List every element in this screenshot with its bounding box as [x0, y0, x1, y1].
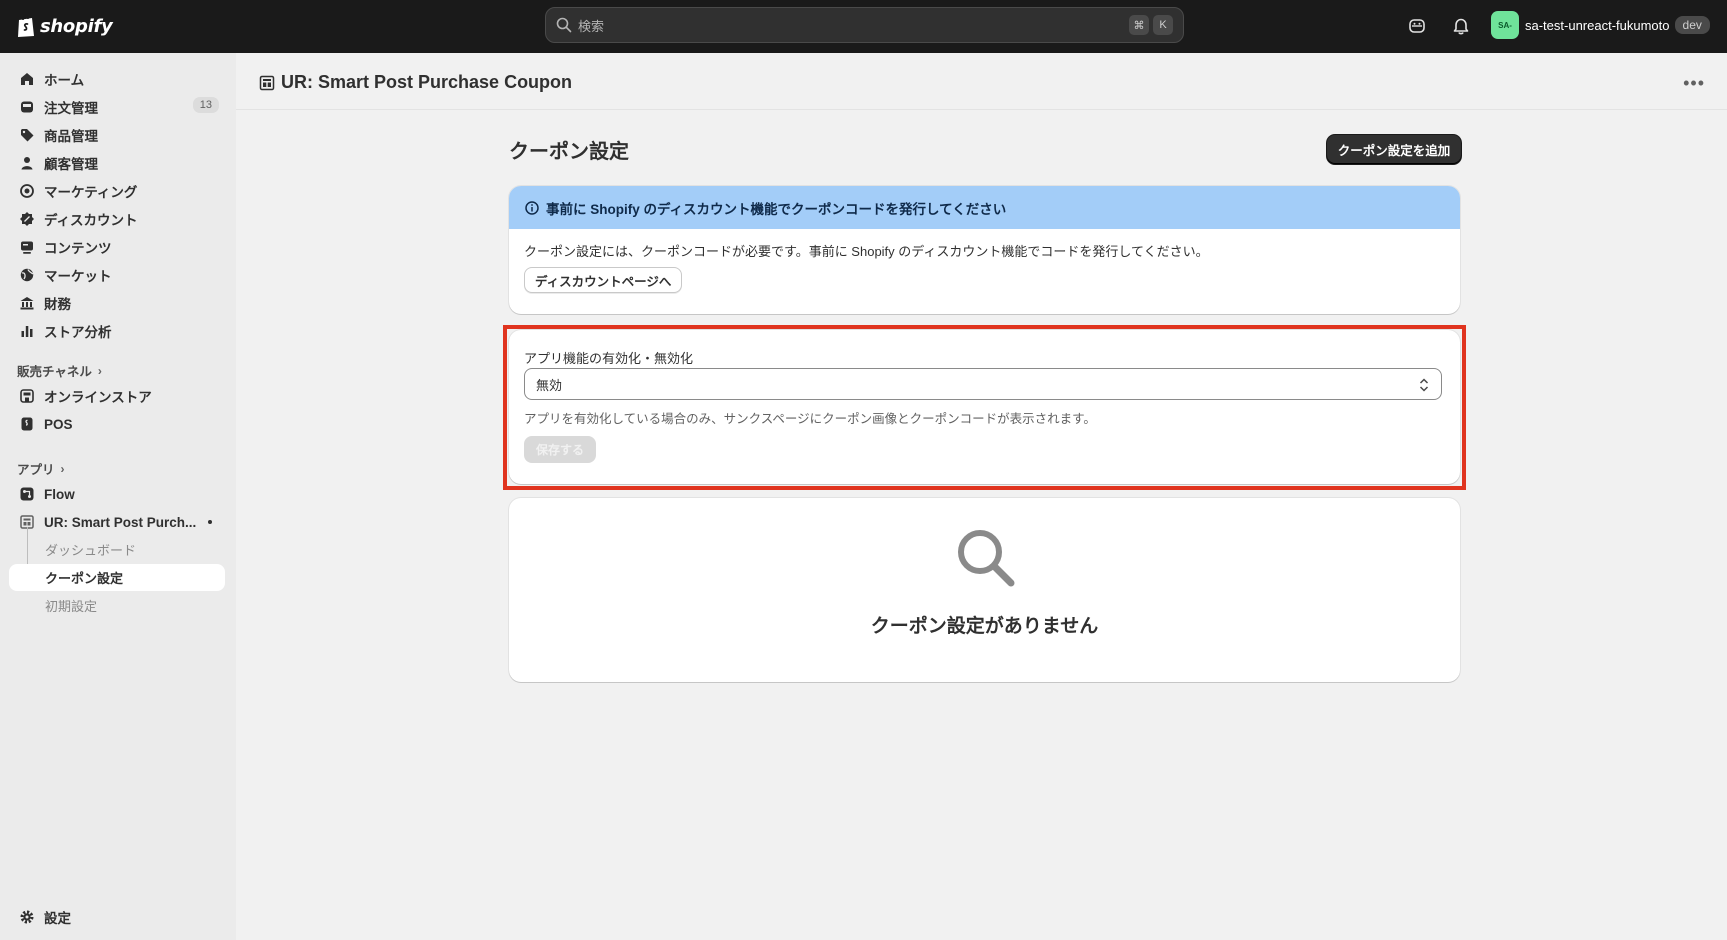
page-title: クーポン設定 [509, 141, 629, 163]
sidebar-item-label: コンテンツ [44, 241, 112, 256]
sidebar-item-label: 顧客管理 [44, 157, 98, 172]
sales-channels-heading[interactable]: 販売チャネル › [17, 361, 102, 380]
shortcut-key-cmd: ⌘ [1129, 15, 1149, 35]
sidebar-item-label: ホーム [44, 73, 85, 88]
orders-count-badge: 13 [192, 97, 219, 113]
pos-icon [21, 417, 33, 431]
main-content: UR: Smart Post Purchase Coupon ••• クーポン設… [236, 53, 1727, 940]
discount-page-button[interactable]: ディスカウントページへ [524, 267, 683, 293]
sidebar-item-content[interactable]: コンテンツ [9, 233, 225, 261]
sidebar-subitem-dashboard[interactable]: ダッシュボード [9, 536, 225, 563]
tag-icon [21, 129, 34, 142]
sidebar-item-label: 設定 [44, 911, 71, 926]
empty-state-text: クーポン設定がありません [870, 616, 1099, 637]
info-banner: 事前に Shopify のディスカウント機能でクーポンコードを発行してください … [509, 186, 1460, 314]
apps-heading[interactable]: アプリ › [17, 459, 65, 478]
sidebar-item-label: 商品管理 [44, 129, 98, 144]
app-title: UR: Smart Post Purchase Coupon [281, 72, 573, 92]
globe-icon [20, 268, 34, 282]
highlight-annotation [503, 325, 1466, 490]
sidebar-item-label: ディスカウント [44, 213, 138, 228]
shortcut-key-k: K [1153, 15, 1173, 35]
banner-header: 事前に Shopify のディスカウント機能でクーポンコードを発行してください [509, 186, 1460, 229]
pinned-dot [208, 520, 212, 524]
sidebar-item-settings[interactable]: 設定 [9, 903, 225, 931]
sidebar-item-label: オンラインストア [44, 390, 152, 405]
sidebar-item-label: UR: Smart Post Purch... [44, 514, 197, 530]
avatar: SA- [1491, 11, 1519, 39]
sidebar-item-label: 注文管理 [44, 101, 98, 116]
home-icon [21, 73, 33, 85]
sidebar-subitem-initial-settings[interactable]: 初期設定 [9, 592, 225, 619]
search-icon [958, 530, 1015, 587]
add-coupon-setting-button[interactable]: クーポン設定を追加 [1327, 135, 1461, 164]
app-icon [259, 75, 275, 91]
content-icon [21, 241, 33, 254]
target-icon [20, 184, 34, 198]
sidebar-item-markets[interactable]: マーケット [9, 261, 225, 289]
info-icon [525, 200, 539, 215]
top-bar: shopify 検索 ⌘ K SA- sa-test-unreact-fukum… [0, 0, 1727, 53]
sidebar-item-orders[interactable]: 注文管理 13 [9, 93, 225, 121]
search-icon [556, 17, 572, 33]
chart-icon [21, 326, 33, 337]
sidebar-item-label: マーケティング [44, 185, 138, 200]
sidebar-item-analytics[interactable]: ストア分析 [9, 317, 225, 345]
section-label-text: 販売チャネル [17, 365, 92, 379]
sidebar: ホーム 注文管理 13 商品管理 顧客管理 マーケティング ディスカウント コン… [0, 53, 236, 940]
sidebar-item-products[interactable]: 商品管理 [9, 121, 225, 149]
chevron-right-icon: › [97, 363, 102, 378]
more-actions-icon[interactable]: ••• [1683, 73, 1705, 94]
search-input[interactable]: 検索 [578, 16, 1125, 35]
sidebar-item-finance[interactable]: 財務 [9, 289, 225, 317]
section-label-text: アプリ [17, 463, 55, 477]
sidebar-item-label: 財務 [44, 297, 71, 312]
sidebar-item-pos[interactable]: POS [9, 410, 225, 438]
account-menu[interactable]: SA- sa-test-unreact-fukumoto dev [1491, 11, 1710, 39]
bank-icon [20, 297, 34, 310]
sidebar-item-label: Flow [44, 486, 75, 502]
shopify-logo[interactable]: shopify [16, 13, 113, 39]
sidekick-icon[interactable] [1407, 16, 1427, 36]
flow-icon [20, 487, 34, 501]
brand-name: shopify [40, 15, 113, 37]
sidebar-item-customers[interactable]: 顧客管理 [9, 149, 225, 177]
discount-icon [20, 212, 34, 226]
search-bar[interactable]: 検索 ⌘ K [545, 7, 1184, 43]
sidebar-item-marketing[interactable]: マーケティング [9, 177, 225, 205]
dev-badge: dev [1674, 16, 1710, 34]
sidebar-item-discounts[interactable]: ディスカウント [9, 205, 225, 233]
sidebar-item-label: マーケット [44, 269, 112, 284]
sidebar-subitem-coupon-settings[interactable]: クーポン設定 [9, 564, 225, 591]
sidebar-item-smart-post-purchase[interactable]: UR: Smart Post Purch... [9, 508, 225, 536]
account-name: sa-test-unreact-fukumoto [1525, 17, 1670, 33]
sidebar-item-label: POS [44, 416, 73, 432]
gear-icon [20, 910, 34, 924]
empty-state-card: クーポン設定がありません [509, 498, 1460, 682]
sidebar-item-label: ストア分析 [44, 325, 112, 340]
sidebar-item-home[interactable]: ホーム [9, 65, 225, 93]
sidebar-item-flow[interactable]: Flow [9, 480, 225, 508]
sidebar-item-online-store[interactable]: オンラインストア [9, 382, 225, 410]
storefront-icon [20, 389, 34, 403]
banner-title: 事前に Shopify のディスカウント機能でクーポンコードを発行してください [546, 201, 1007, 217]
person-icon [21, 157, 33, 170]
inbox-icon [21, 101, 33, 113]
chevron-right-icon: › [60, 461, 65, 476]
bell-icon[interactable] [1451, 16, 1471, 36]
shopify-bag-icon [18, 15, 34, 37]
app-title-bar: UR: Smart Post Purchase Coupon ••• [236, 53, 1727, 110]
banner-text: クーポン設定には、クーポンコードが必要です。事前に Shopify のディスカウ… [524, 244, 1209, 259]
